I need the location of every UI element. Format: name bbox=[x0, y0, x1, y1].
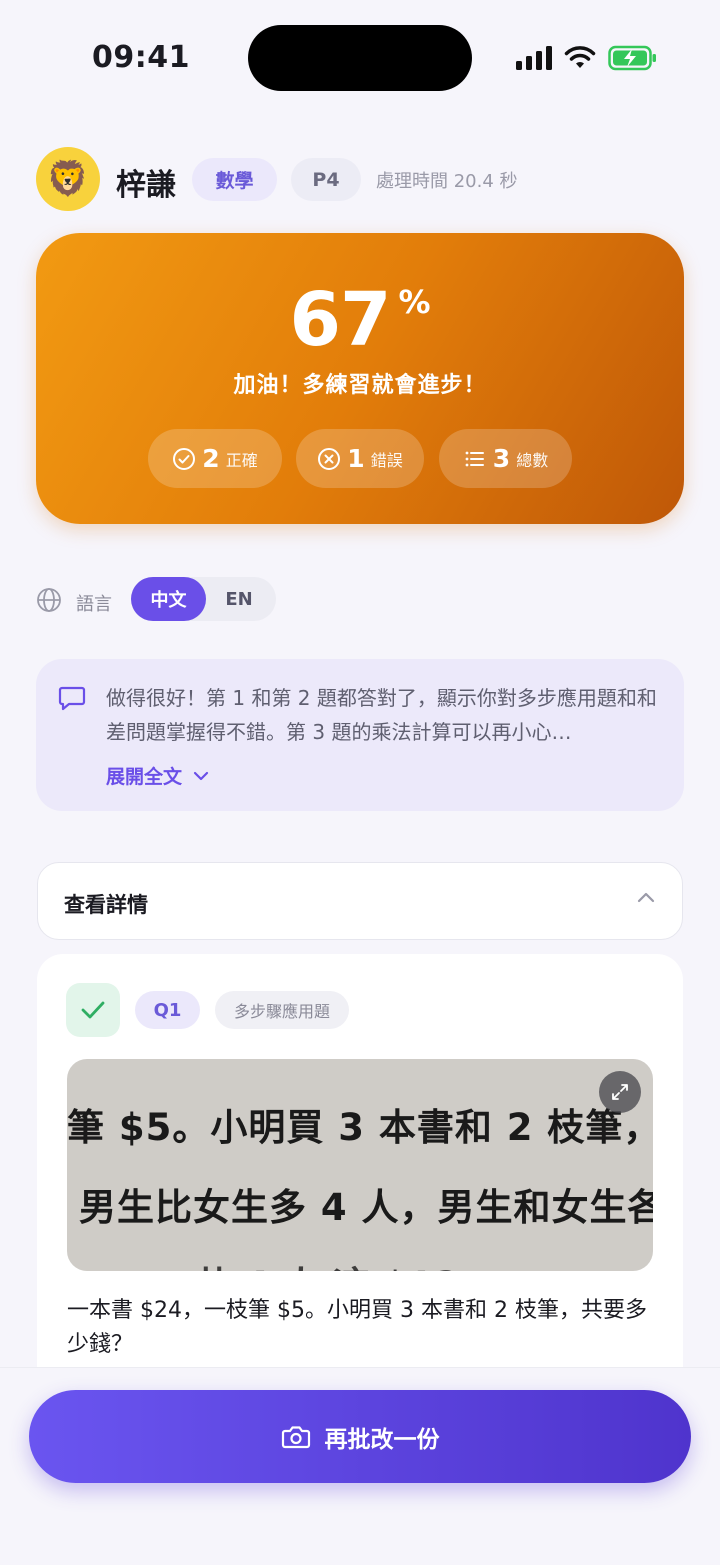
photo-text-line: 男生比女生多 4 人，男生和女生各 bbox=[79, 1186, 653, 1229]
grade-badge: P4 bbox=[291, 158, 361, 201]
stat-correct-label: 正確 bbox=[225, 450, 258, 470]
x-circle-icon bbox=[318, 447, 341, 470]
stat-correct-value: 2 bbox=[202, 444, 220, 473]
expand-feedback-button[interactable]: 展開全文 bbox=[106, 762, 210, 789]
regrade-button[interactable]: 再批改一份 bbox=[29, 1390, 691, 1483]
stat-wrong-value: 1 bbox=[347, 444, 365, 473]
question-card: Q1 多步驟應用題 筆 $5。小明買 3 本書和 2 枝筆，共要 男生比女生多 … bbox=[37, 954, 683, 1374]
subject-badge: 數學 bbox=[192, 158, 277, 201]
status-icons bbox=[516, 44, 658, 72]
question-number-badge: Q1 bbox=[135, 991, 200, 1029]
expand-feedback-label: 展開全文 bbox=[106, 766, 183, 788]
stat-wrong: 1 錯誤 bbox=[296, 429, 424, 488]
encouragement-message: 加油！多練習就會進步！ bbox=[233, 373, 487, 398]
signal-icon bbox=[516, 46, 552, 70]
score-percent-sign: % bbox=[398, 283, 431, 321]
check-circle-icon bbox=[173, 447, 196, 470]
avatar[interactable]: 🦁 bbox=[36, 147, 100, 211]
check-icon bbox=[81, 1001, 105, 1019]
language-option-en[interactable]: EN bbox=[206, 577, 272, 621]
dynamic-island bbox=[248, 25, 472, 91]
stat-total-label: 總數 bbox=[516, 450, 549, 470]
status-time: 09:41 bbox=[92, 40, 190, 75]
feedback-text: 做得很好！第 1 和第 2 題都答對了，顯示你對多步應用題和和差問題掌握得不錯。… bbox=[106, 686, 657, 744]
chevron-down-icon bbox=[193, 771, 209, 780]
message-icon bbox=[58, 686, 86, 711]
correct-badge bbox=[66, 983, 120, 1037]
details-title: 查看詳情 bbox=[64, 893, 148, 917]
processing-time: 處理時間 20.4 秒 bbox=[376, 171, 518, 192]
chevron-up-icon bbox=[637, 892, 655, 903]
photo-text-line: 一共 4 人 這 $12 bbox=[157, 1255, 460, 1271]
battery-charging-icon bbox=[608, 45, 656, 71]
globe-icon bbox=[37, 588, 61, 612]
score-card: 67% 加油！多練習就會進步！ 2 正確 1 錯誤 3 總數 bbox=[36, 233, 684, 524]
question-photo[interactable]: 筆 $5。小明買 3 本書和 2 枝筆，共要 男生比女生多 4 人，男生和女生各… bbox=[67, 1059, 653, 1271]
list-icon bbox=[465, 451, 484, 466]
camera-icon bbox=[281, 1425, 310, 1448]
stat-wrong-label: 錯誤 bbox=[370, 450, 403, 470]
feedback-card: 做得很好！第 1 和第 2 題都答對了，顯示你對多步應用題和和差問題掌握得不錯。… bbox=[36, 659, 684, 811]
expand-photo-button[interactable] bbox=[599, 1071, 641, 1113]
lion-avatar-icon: 🦁 bbox=[46, 159, 90, 199]
expand-icon bbox=[612, 1084, 628, 1100]
photo-text-line: 筆 $5。小明買 3 本書和 2 枝筆，共要 bbox=[67, 1106, 653, 1149]
stat-total: 3 總數 bbox=[439, 429, 572, 488]
language-option-zh[interactable]: 中文 bbox=[131, 577, 206, 621]
regrade-label: 再批改一份 bbox=[324, 1426, 440, 1453]
question-type-badge: 多步驟應用題 bbox=[215, 991, 349, 1029]
language-label: 語言 bbox=[76, 594, 112, 615]
wifi-icon bbox=[564, 46, 596, 68]
score-value: 67 bbox=[289, 277, 391, 363]
student-name: 梓謙 bbox=[116, 168, 176, 203]
stat-total-value: 3 bbox=[492, 444, 511, 473]
stat-correct: 2 正確 bbox=[148, 429, 282, 488]
details-toggle[interactable]: 查看詳情 bbox=[37, 862, 683, 940]
score-display: 67% bbox=[36, 277, 684, 363]
question-text: 一本書 $24，一枝筆 $5。小明買 3 本書和 2 枝筆，共要多少錢？ bbox=[67, 1298, 647, 1357]
